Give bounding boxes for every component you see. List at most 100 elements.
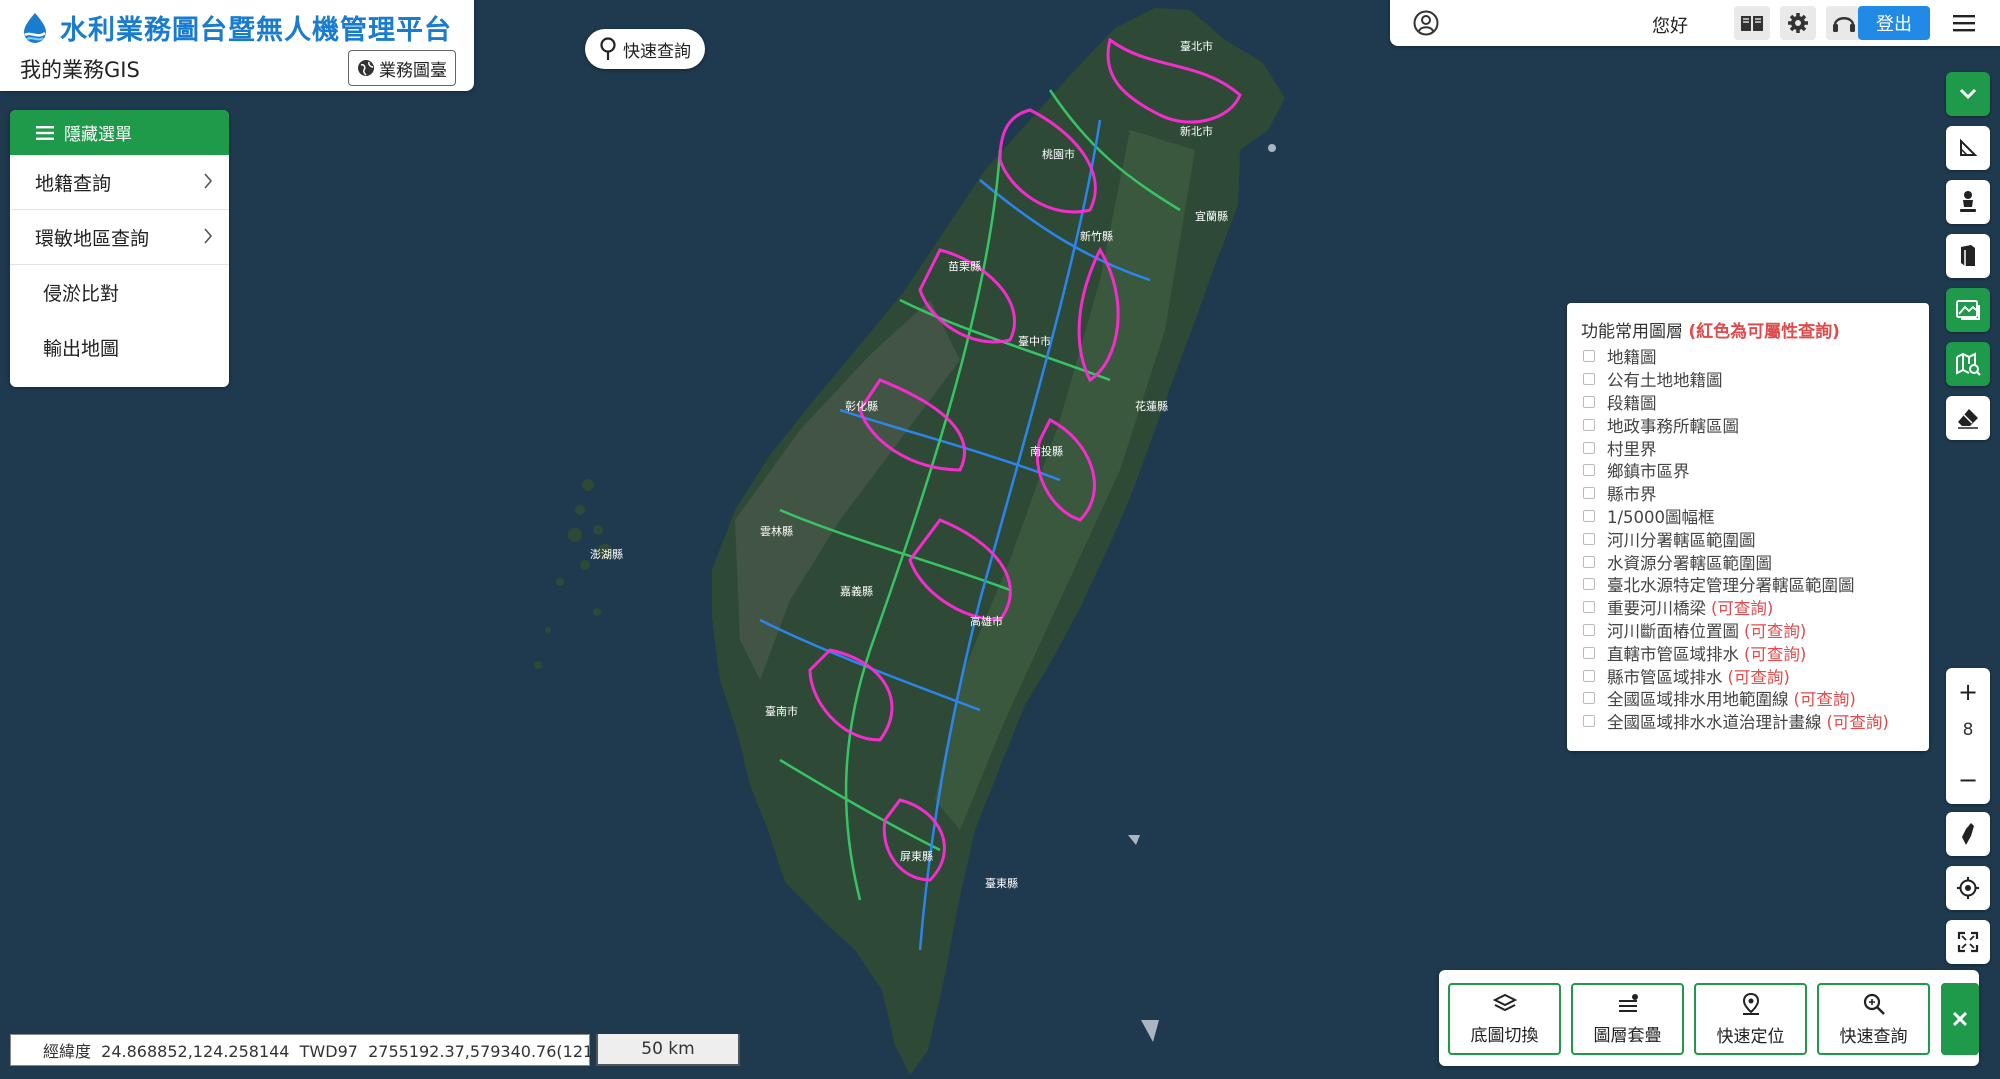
layer-checkbox[interactable] (1583, 669, 1595, 682)
measure-tool-button[interactable] (1946, 126, 1990, 170)
common-layers-panel: 功能常用圖層 (紅色為可屬性查詢) 地籍圖 公有土地地籍圖 段籍圖 地政事務所轄區圖村… (1567, 303, 1929, 751)
layer-item[interactable]: 村里界 (1583, 436, 1889, 459)
layer-name: 水資源分署轄區範圍圖 (1607, 553, 1772, 573)
water-logo-icon (24, 12, 46, 43)
layer-item[interactable]: 臺北水源特定管理分署轄區範圍圖 (1583, 573, 1889, 596)
layer-name: 全國區域排水水道治理計畫線 (1607, 713, 1822, 733)
manual-button[interactable] (1734, 6, 1770, 40)
hamburger-icon (1953, 15, 1975, 32)
map-label: 高雄市 (970, 614, 1003, 628)
scale-bar: 50 km (596, 1034, 740, 1066)
gear-icon (1788, 13, 1808, 33)
map-search-button[interactable] (1946, 342, 1990, 386)
zoom-out-button[interactable]: − (1946, 760, 1990, 800)
quick-locate-button[interactable]: 快速定位 (1694, 983, 1807, 1055)
layer-checkbox[interactable] (1583, 555, 1595, 568)
layer-item[interactable]: 全國區域排水用地範圍線 (可查詢) (1583, 687, 1889, 710)
close-toolbar-button[interactable] (1941, 983, 1979, 1055)
quick-search-pill[interactable]: 快速查詢 (585, 29, 705, 69)
layer-checkbox[interactable] (1583, 418, 1595, 431)
chevron-down-icon (1959, 88, 1977, 100)
layer-name: 臺北水源特定管理分署轄區範圍圖 (1607, 576, 1855, 596)
layer-overlay-button[interactable]: 圖層套疊 (1571, 983, 1684, 1055)
layer-item[interactable]: 公有土地地籍圖 (1583, 368, 1889, 391)
fullscreen-icon (1957, 931, 1979, 953)
my-location-button[interactable] (1946, 866, 1990, 910)
layer-checkbox[interactable] (1583, 441, 1595, 454)
layer-item[interactable]: 地政事務所轄區圖 (1583, 413, 1889, 436)
layer-checkbox[interactable] (1583, 623, 1595, 636)
layer-checkbox[interactable] (1583, 487, 1595, 500)
chevron-right-icon (204, 228, 213, 244)
collapse-tools-button[interactable] (1946, 72, 1990, 116)
layer-item[interactable]: 重要河川橋梁 (可查詢) (1583, 596, 1889, 619)
layer-item[interactable]: 1/5000圖幅框 (1583, 505, 1889, 528)
map-label: 彰化縣 (845, 399, 878, 413)
layer-item[interactable]: 段籍圖 (1583, 391, 1889, 414)
queryable-tag: (可查詢) (1744, 644, 1807, 664)
layer-item[interactable]: 河川斷面樁位置圖 (可查詢) (1583, 619, 1889, 642)
settings-button[interactable] (1780, 6, 1816, 40)
menu-item-cadastral-query[interactable]: 地籍查詢 (10, 155, 229, 210)
main-menu-button[interactable] (1946, 6, 1982, 40)
layer-checkbox[interactable] (1583, 578, 1595, 591)
layer-stack-icon (1618, 993, 1638, 1012)
layer-panel-button[interactable] (1946, 288, 1990, 332)
queryable-tag: (可查詢) (1826, 713, 1889, 733)
map-label: 臺北市 (1180, 39, 1213, 53)
layer-item[interactable]: 河川分署轄區範圍圖 (1583, 527, 1889, 550)
bottom-button-label: 快速定位 (1716, 1026, 1785, 1047)
layer-name: 河川分署轄區範圍圖 (1607, 530, 1756, 550)
layer-checkbox[interactable] (1583, 715, 1595, 728)
hide-menu-button[interactable]: 隱藏選單 (10, 110, 229, 155)
book-icon (1961, 245, 1975, 266)
layer-name: 地籍圖 (1607, 348, 1657, 368)
coordinate-text: 經緯度 24.868852,124.258144 TWD97 2755192.3… (43, 1042, 600, 1061)
layer-panel-title-note: (紅色為可屬性查詢) (1688, 322, 1840, 342)
layer-checkbox[interactable] (1583, 532, 1595, 545)
bookmark-button[interactable] (1946, 234, 1990, 278)
menu-item-export-map[interactable]: 輸出地圖 (10, 320, 229, 375)
support-button[interactable] (1826, 6, 1862, 40)
headset-icon (1833, 17, 1855, 32)
eraser-button[interactable] (1946, 396, 1990, 440)
layer-item[interactable]: 縣市管區域排水 (可查詢) (1583, 664, 1889, 687)
layer-checkbox[interactable] (1583, 601, 1595, 614)
quick-query-button[interactable]: 快速查詢 (1817, 983, 1930, 1055)
zoom-in-button[interactable]: + (1946, 672, 1990, 712)
layer-item[interactable]: 直轄市管區域排水 (可查詢) (1583, 641, 1889, 664)
menu-item-label: 侵淤比對 (43, 283, 120, 305)
bottom-toolbar: 底圖切換 圖層套疊 快速定位 快速查詢 (1439, 970, 1979, 1066)
menu-item-erosion-compare[interactable]: 侵淤比對 (10, 265, 229, 320)
layer-list: 地籍圖 公有土地地籍圖 段籍圖 地政事務所轄區圖 村里界 鄉鎮市區界 縣市界 1/5000圖幅… (1583, 345, 1889, 733)
street-view-button[interactable] (1946, 180, 1990, 224)
business-map-button[interactable]: 業務圖臺 (348, 50, 456, 86)
layer-item[interactable]: 水資源分署轄區範圍圖 (1583, 550, 1889, 573)
user-account-icon[interactable] (1413, 10, 1439, 36)
layer-checkbox[interactable] (1583, 692, 1595, 705)
menu-item-sensitive-area-query[interactable]: 環敏地區查詢 (10, 210, 229, 265)
layer-checkbox[interactable] (1583, 509, 1595, 522)
map-label: 臺南市 (765, 704, 798, 718)
layer-panel-title-text: 功能常用圖層 (1581, 322, 1683, 342)
business-map-label: 業務圖臺 (379, 60, 447, 81)
ruler-angle-icon (1960, 138, 1978, 156)
layer-checkbox[interactable] (1583, 395, 1595, 408)
layer-item[interactable]: 縣市界 (1583, 482, 1889, 505)
open-book-icon (1741, 16, 1763, 31)
logout-button[interactable]: 登出 (1858, 6, 1930, 40)
layer-checkbox[interactable] (1583, 646, 1595, 659)
fullscreen-button[interactable] (1946, 920, 1990, 964)
layer-item[interactable]: 鄉鎮市區界 (1583, 459, 1889, 482)
bottom-button-label: 快速查詢 (1839, 1026, 1908, 1047)
taiwan-extent-button[interactable] (1946, 812, 1990, 856)
menu-item-label: 輸出地圖 (43, 338, 120, 360)
layer-checkbox[interactable] (1583, 350, 1595, 363)
layer-item[interactable]: 地籍圖 (1583, 345, 1889, 368)
basemap-switch-button[interactable]: 底圖切換 (1448, 983, 1561, 1055)
chevron-right-icon (204, 173, 213, 189)
layer-item[interactable]: 全國區域排水水道治理計畫線 (可查詢) (1583, 710, 1889, 733)
layer-checkbox[interactable] (1583, 373, 1595, 386)
layer-checkbox[interactable] (1583, 464, 1595, 477)
queryable-tag: (可查詢) (1793, 690, 1856, 710)
